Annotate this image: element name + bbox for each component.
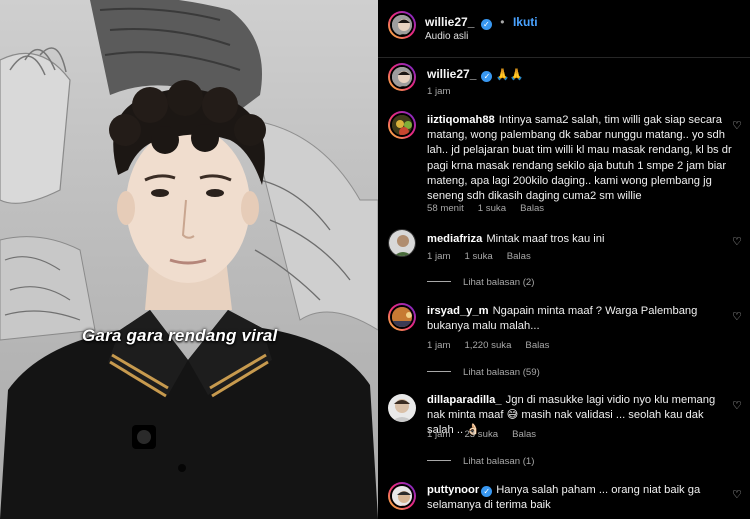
author-avatar-image <box>392 15 412 35</box>
view-replies-label[interactable]: Lihat balasan (1) <box>463 456 534 467</box>
comment-5: puttynoor ✓ Hanya salah paham ... orang ni… <box>427 483 732 513</box>
comment-time[interactable]: 1 jam <box>427 340 450 351</box>
post-header: willie27_ ✓ • Ikuti Audio asli <box>378 0 750 58</box>
comment-time[interactable]: 1 jam <box>427 429 450 440</box>
view-replies-3[interactable]: Lihat balasan (59) <box>427 367 540 378</box>
heart-icon[interactable]: ♡ <box>732 401 742 412</box>
comment-2: mediafriza Mintak maaf tros kau ini <box>427 232 732 247</box>
comment-text: Mintak maaf tros kau ini <box>486 233 605 245</box>
caption-avatar-image <box>392 67 412 87</box>
comments-panel: willie27_ ✓ • Ikuti Audio asli willie27_… <box>378 0 750 519</box>
verified-badge-icon: ✓ <box>481 486 493 497</box>
comment-username[interactable]: dillaparadilla_ <box>427 394 502 406</box>
comment-username[interactable]: puttynoor <box>427 484 479 496</box>
comment-text: Intinya sama2 salah, tim willi gak siap … <box>427 114 732 203</box>
caption-text: 🙏🙏 <box>495 69 524 81</box>
caption-comment: willie27_ ✓ 🙏🙏 <box>427 67 523 82</box>
comment-username[interactable]: mediafriza <box>427 233 482 245</box>
view-replies-label[interactable]: Lihat balasan (2) <box>463 277 534 288</box>
comment-avatar-image <box>388 394 416 422</box>
comment-username[interactable]: irsyad_y_m <box>427 305 489 317</box>
reply-button[interactable]: Balas <box>520 203 544 214</box>
video-frame <box>0 0 378 519</box>
heart-icon[interactable]: ♡ <box>732 237 742 248</box>
reel-video[interactable]: Gara gara rendang viral <box>0 0 378 519</box>
comment-avatar-1[interactable] <box>388 111 416 139</box>
comment-meta: 1 jam 1,220 suka Balas <box>427 340 563 351</box>
comment-likes[interactable]: 1 suka <box>464 251 492 262</box>
author-line: willie27_ ✓ • Ikuti <box>425 13 538 31</box>
comment-avatar-3[interactable] <box>388 303 416 331</box>
video-caption: Gara gara rendang viral <box>82 326 278 345</box>
replies-divider <box>427 460 451 461</box>
comment-likes[interactable]: 23 suka <box>464 429 498 440</box>
comment-time[interactable]: 1 jam <box>427 251 450 262</box>
replies-divider <box>427 281 451 282</box>
comment-meta: 58 menit 1 suka Balas <box>427 203 558 214</box>
caption-username[interactable]: willie27_ <box>427 67 476 81</box>
view-replies-2[interactable]: Lihat balasan (2) <box>427 277 534 288</box>
comment-meta: 1 jam 1 suka Balas <box>427 251 545 262</box>
comment-avatar-image <box>392 307 412 327</box>
comment-avatar-image <box>392 115 412 135</box>
comment-avatar-5[interactable] <box>388 482 416 510</box>
comment-time[interactable]: 58 menit <box>427 203 464 214</box>
caption-author-avatar[interactable] <box>388 63 416 91</box>
heart-icon[interactable]: ♡ <box>732 490 742 501</box>
reply-button[interactable]: Balas <box>507 251 531 262</box>
separator-dot: • <box>500 15 505 29</box>
view-replies-4[interactable]: Lihat balasan (1) <box>427 456 534 467</box>
comment-avatar-image <box>392 486 412 506</box>
heart-icon[interactable]: ♡ <box>732 121 742 132</box>
author-username[interactable]: willie27_ <box>425 15 474 29</box>
caption-time: 1 jam <box>427 86 464 97</box>
view-replies-label[interactable]: Lihat balasan (59) <box>463 367 540 378</box>
verified-badge-icon: ✓ <box>480 19 492 30</box>
comment-avatar-2[interactable] <box>388 229 416 257</box>
comment-username[interactable]: iiztiqomah88 <box>427 114 495 126</box>
reply-button[interactable]: Balas <box>512 429 536 440</box>
comment-1: iiztiqomah88 Intinya sama2 salah, tim wil… <box>427 113 732 204</box>
follow-button[interactable]: Ikuti <box>513 15 538 29</box>
heart-icon[interactable]: ♡ <box>732 312 742 323</box>
replies-divider <box>427 371 451 372</box>
comment-3: irsyad_y_m Ngapain minta maaf ? Warga Pal… <box>427 304 732 334</box>
verified-badge-icon: ✓ <box>481 71 493 82</box>
comment-avatar-4[interactable] <box>388 394 416 422</box>
comment-likes[interactable]: 1 suka <box>478 203 506 214</box>
comment-avatar-image <box>389 230 415 256</box>
comment-meta: 1 jam 23 suka Balas <box>427 429 550 440</box>
reply-button[interactable]: Balas <box>525 340 549 351</box>
caption-timestamp[interactable]: 1 jam <box>427 86 450 97</box>
audio-label[interactable]: Audio asli <box>425 31 468 42</box>
author-avatar[interactable] <box>388 11 416 39</box>
comment-likes[interactable]: 1,220 suka <box>464 340 511 351</box>
